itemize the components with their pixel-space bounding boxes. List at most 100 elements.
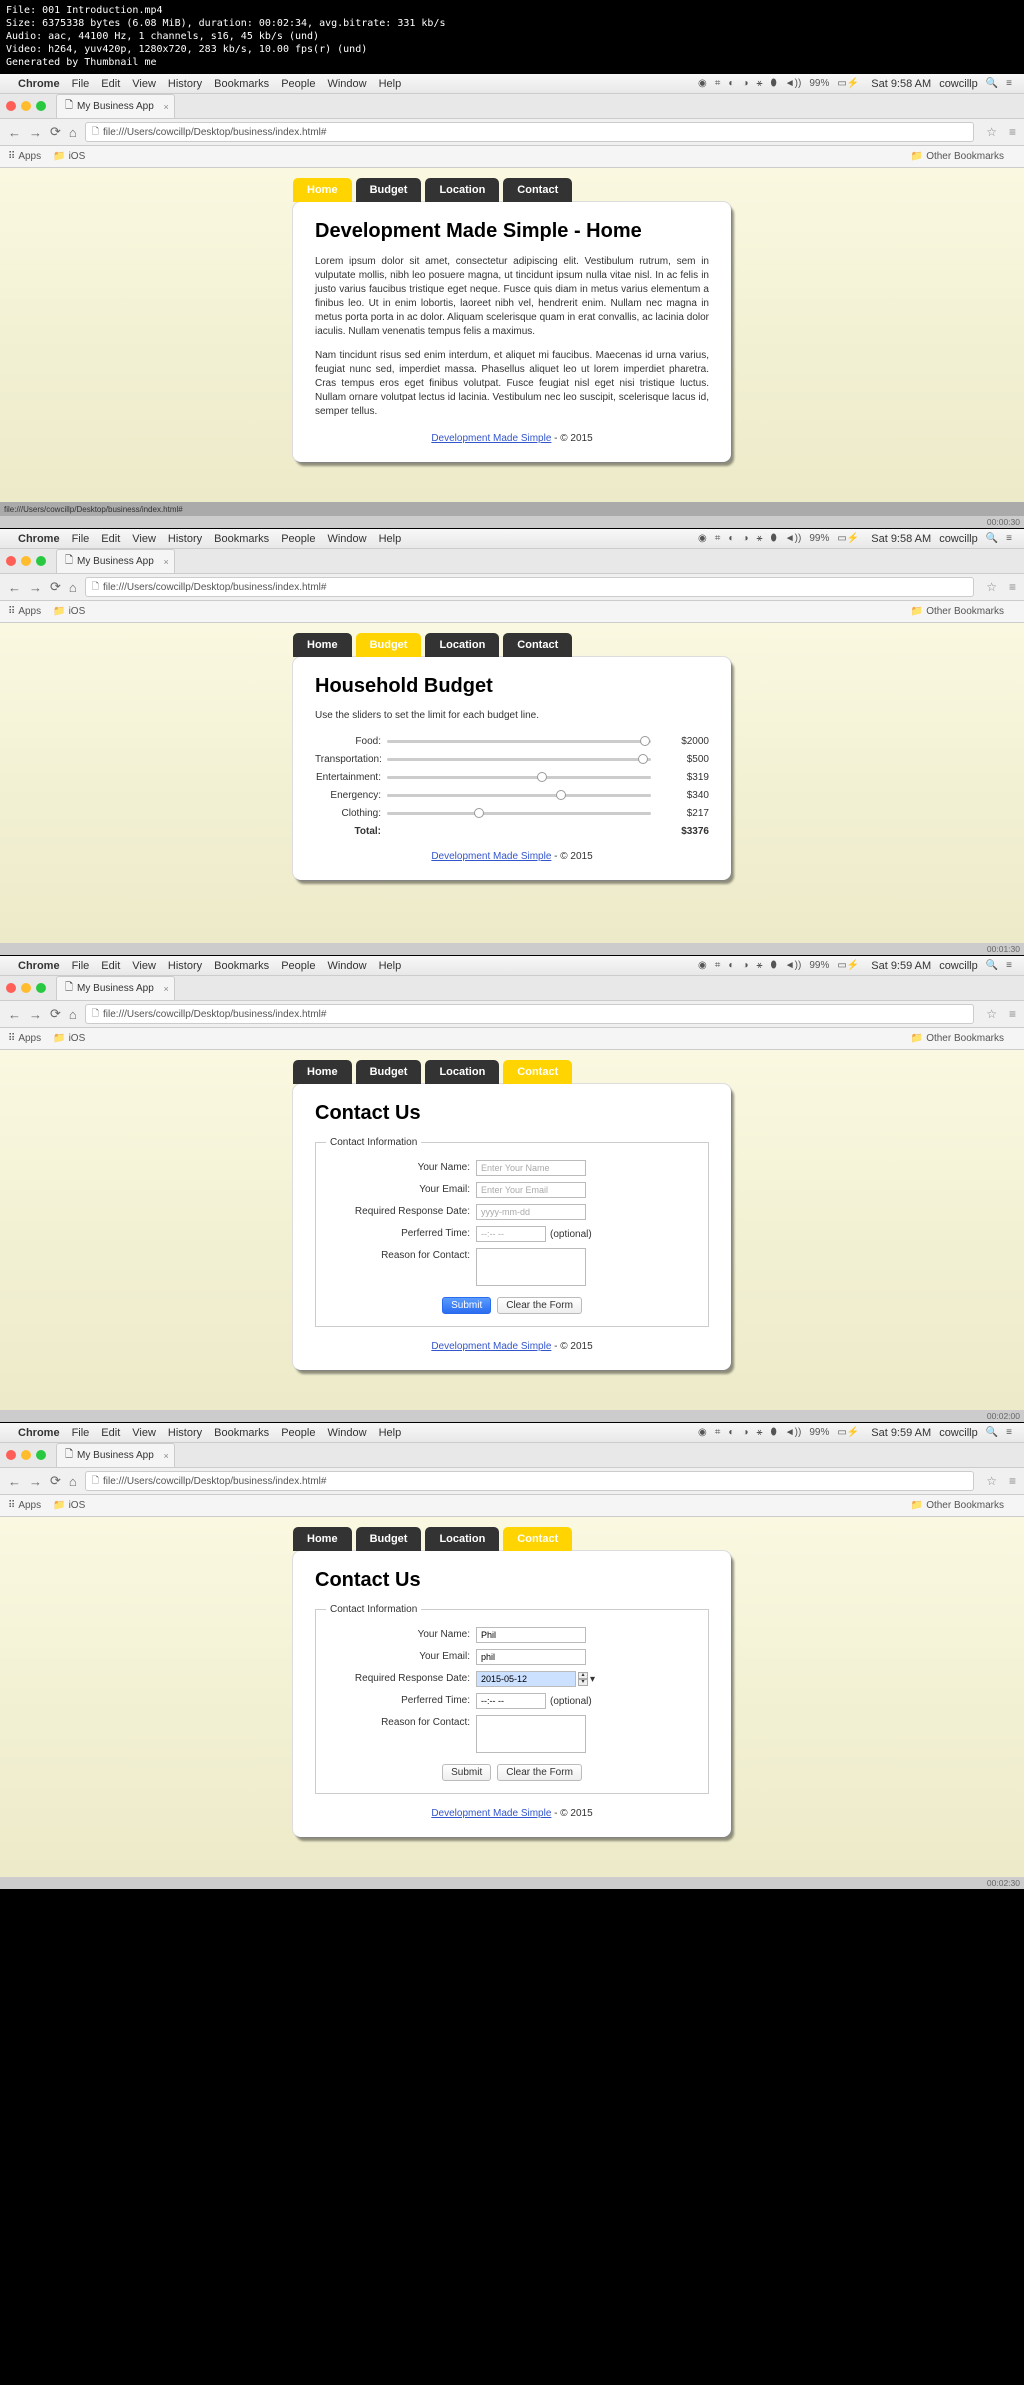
page-title: Development Made Simple - Home: [315, 220, 709, 243]
nav-contact[interactable]: Contact: [503, 633, 572, 657]
content-panel: Development Made Simple - Home Lorem ips…: [293, 202, 731, 462]
total-value: $3376: [651, 826, 709, 837]
other-bookmarks[interactable]: 📁Other Bookmarks: [911, 151, 1004, 162]
close-window[interactable]: [6, 101, 16, 111]
menu-icon[interactable]: ≡: [1006, 78, 1012, 89]
nav-contact[interactable]: Contact: [503, 1527, 572, 1551]
time-input[interactable]: [476, 1226, 546, 1242]
clear-button[interactable]: Clear the Form: [497, 1764, 582, 1781]
page-title: Contact Us: [315, 1569, 709, 1592]
folder-icon: 📁: [53, 151, 65, 162]
nav-location[interactable]: Location: [425, 633, 499, 657]
name-input[interactable]: [476, 1627, 586, 1643]
nav-home[interactable]: Home: [293, 1060, 352, 1084]
footer-link[interactable]: Development Made Simple: [431, 851, 551, 862]
browser-tab[interactable]: 🗋 My Business App ×: [56, 94, 175, 118]
name-input[interactable]: [476, 1160, 586, 1176]
frame-4: Chrome File Edit View History Bookmarks …: [0, 1422, 1024, 1889]
ios-bookmark[interactable]: 📁iOS: [53, 151, 85, 162]
menu-icon[interactable]: ≡: [1009, 125, 1016, 139]
reload-button[interactable]: ⟳: [50, 124, 61, 140]
forward-button[interactable]: →: [29, 125, 42, 140]
nav-budget[interactable]: Budget: [356, 1060, 422, 1084]
budget-slider[interactable]: [387, 771, 651, 783]
wifi-icon[interactable]: ⬮: [770, 78, 776, 89]
email-input[interactable]: [476, 1182, 586, 1198]
budget-slider[interactable]: [387, 753, 651, 765]
date-label: Required Response Date:: [326, 1204, 476, 1217]
nav-home[interactable]: Home: [293, 633, 352, 657]
email-label: Your Email:: [326, 1182, 476, 1195]
nav-budget[interactable]: Budget: [356, 1527, 422, 1551]
main-nav: Home Budget Location Contact: [293, 178, 731, 202]
reason-textarea[interactable]: [476, 1715, 586, 1753]
minimize-window[interactable]: [21, 101, 31, 111]
slider-label: Entertainment:: [315, 772, 387, 783]
contact-fieldset: Contact Information Your Name: Your Emai…: [315, 1604, 709, 1794]
body-text: Lorem ipsum dolor sit amet, consectetur …: [315, 255, 709, 339]
budget-slider[interactable]: [387, 789, 651, 801]
submit-button[interactable]: Submit: [442, 1764, 491, 1781]
search-icon[interactable]: 🔍: [986, 78, 998, 89]
browser-tab[interactable]: 🗋My Business App×: [56, 549, 175, 573]
fieldset-legend: Contact Information: [326, 1604, 421, 1615]
close-tab-icon[interactable]: ×: [164, 102, 169, 112]
clear-button[interactable]: Clear the Form: [497, 1297, 582, 1314]
submit-button[interactable]: Submit: [442, 1297, 491, 1314]
email-input[interactable]: [476, 1649, 586, 1665]
dropbox-icon[interactable]: ⌗: [715, 78, 721, 89]
footer-link[interactable]: Development Made Simple: [431, 1341, 551, 1352]
nav-contact[interactable]: Contact: [503, 178, 572, 202]
page-icon: 🗋: [65, 98, 73, 115]
nav-contact[interactable]: Contact: [503, 1060, 572, 1084]
nav-location[interactable]: Location: [425, 178, 499, 202]
footer-link[interactable]: Development Made Simple: [431, 1808, 551, 1819]
date-input[interactable]: [476, 1204, 586, 1220]
home-button[interactable]: ⌂: [69, 580, 77, 595]
nav-home[interactable]: Home: [293, 178, 352, 202]
circle-icon: ◉: [698, 78, 707, 89]
slider-label: Food:: [315, 736, 387, 747]
status-bar: file:///Users/cowcillp/Desktop/business/…: [0, 502, 1024, 516]
page-title: Contact Us: [315, 1102, 709, 1125]
reload-button[interactable]: ⟳: [50, 579, 61, 595]
battery-icon[interactable]: ▭⚡: [837, 78, 859, 89]
nav-budget[interactable]: Budget: [356, 178, 422, 202]
budget-slider[interactable]: [387, 807, 651, 819]
slider-label: Energency:: [315, 790, 387, 801]
forward-button[interactable]: →: [29, 580, 42, 595]
video-file-info: File: 001 Introduction.mp4 Size: 6375338…: [0, 0, 1024, 73]
back-button[interactable]: ←: [8, 580, 21, 595]
volume-icon[interactable]: ◄)): [785, 78, 802, 89]
slider-value: $319: [651, 772, 709, 783]
reason-textarea[interactable]: [476, 1248, 586, 1286]
fieldset-legend: Contact Information: [326, 1137, 421, 1148]
budget-slider[interactable]: [387, 735, 651, 747]
date-stepper[interactable]: ▴▾: [578, 1672, 588, 1686]
nav-location[interactable]: Location: [425, 1527, 499, 1551]
thumbnail-timestamp: 00:02:30: [0, 1877, 1024, 1889]
home-button[interactable]: ⌂: [69, 125, 77, 140]
maximize-window[interactable]: [36, 101, 46, 111]
page-title: Household Budget: [315, 675, 709, 698]
slider-value: $500: [651, 754, 709, 765]
footer-link[interactable]: Development Made Simple: [431, 433, 551, 444]
bluetooth-icon[interactable]: ⚹: [756, 78, 762, 89]
frame-2: Chrome File Edit View History Bookmarks …: [0, 528, 1024, 955]
nav-home[interactable]: Home: [293, 1527, 352, 1551]
nav-budget[interactable]: Budget: [356, 633, 422, 657]
nav-location[interactable]: Location: [425, 1060, 499, 1084]
body-text: Nam tincidunt risus sed enim interdum, e…: [315, 349, 709, 419]
date-input[interactable]: [476, 1671, 576, 1687]
frame-1: Chrome File Edit View History Bookmarks …: [0, 73, 1024, 528]
url-bar[interactable]: 🗋file:///Users/cowcillp/Desktop/business…: [85, 577, 974, 597]
time-input[interactable]: [476, 1693, 546, 1709]
slider-value: $340: [651, 790, 709, 801]
mac-menubar: Chrome File Edit View History Bookmarks …: [0, 74, 1024, 94]
apps-shortcut[interactable]: ⠿Apps: [8, 151, 41, 162]
calendar-icon[interactable]: ▾: [590, 1674, 595, 1685]
url-bar[interactable]: 🗋file:///Users/cowcillp/Desktop/business…: [85, 122, 974, 142]
star-icon[interactable]: ☆: [986, 125, 997, 139]
folder-icon: 📁: [911, 151, 923, 162]
back-button[interactable]: ←: [8, 125, 21, 140]
